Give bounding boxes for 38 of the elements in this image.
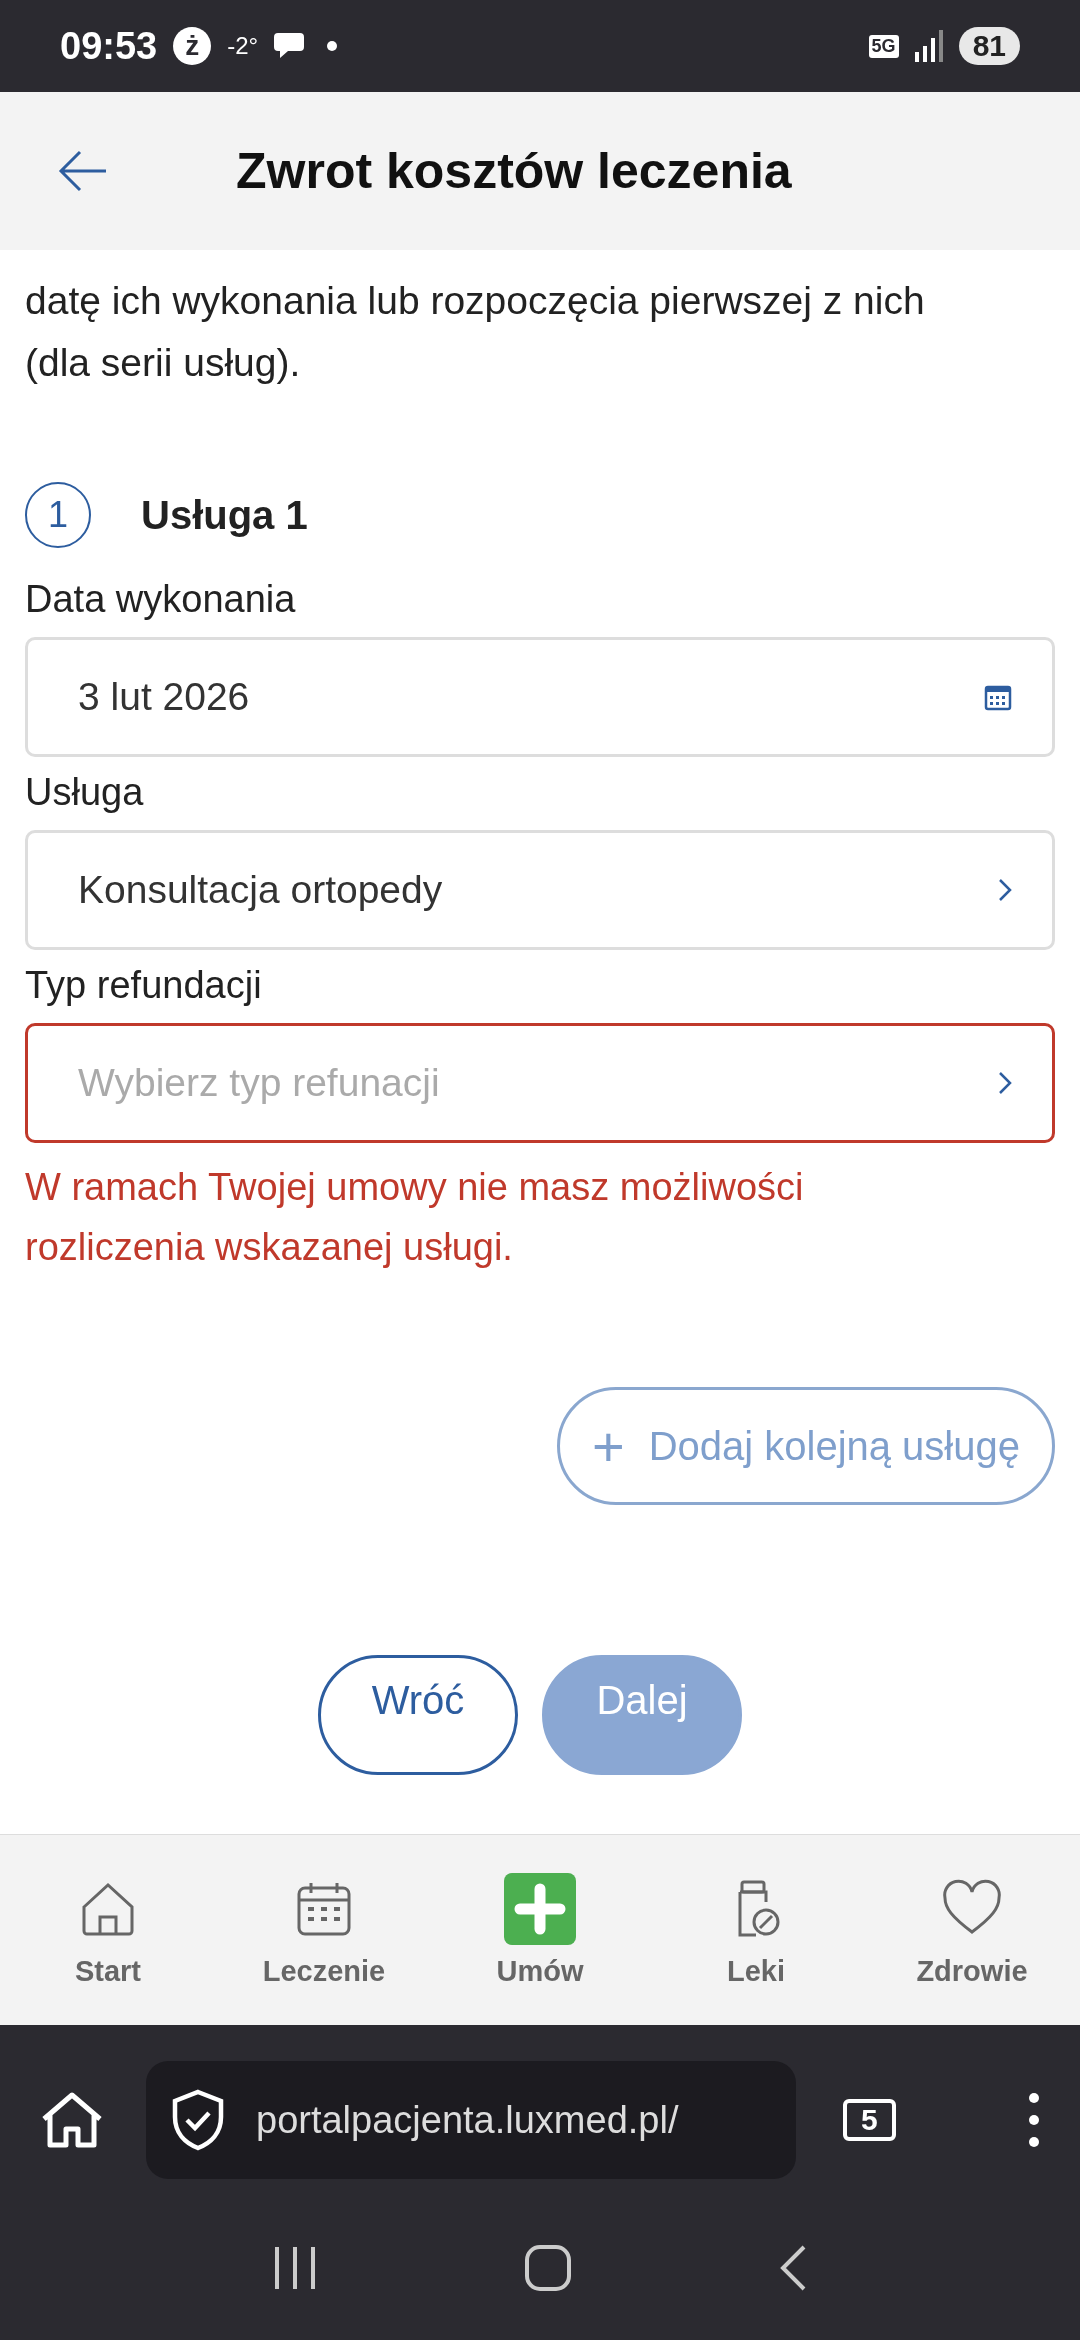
chevron-right-icon [998,878,1012,902]
step-title: Usługa 1 [141,492,308,538]
dot-icon [326,40,339,52]
add-service-button[interactable]: + Dodaj kolejną usługę [556,1387,1055,1505]
plus-icon [504,1872,576,1945]
intro-text: datę ich wykonania lub rozpoczęcia pierwszej z nich [25,278,926,324]
intro-text: (dla serii usług). [25,340,302,386]
calendar-icon [984,683,1012,711]
temperature: -2° [227,32,259,60]
nav-item[interactable]: Leki [656,1872,856,1988]
network-label: 5G [868,34,899,58]
battery: 81 [958,27,1020,65]
nav-item[interactable]: Leczenie [224,1872,424,1988]
home-button-icon[interactable] [524,2243,572,2292]
clock: 09:53 [60,24,158,68]
field-label: Typ refundacji [25,964,263,1007]
recent-apps-icon[interactable] [273,2244,318,2291]
select-field[interactable]: Konsultacja ortopedy [25,830,1055,950]
nav-item[interactable]: Umów [440,1872,640,1988]
field-label: Usługa [25,771,145,814]
app-badge: ż [173,27,212,65]
page-title: Zwrot kosztów leczenia [236,142,792,200]
signal-icon [914,30,943,62]
more-options-icon[interactable] [1027,2092,1040,2148]
back-arrow-icon[interactable] [58,149,108,193]
nav-item[interactable]: Zdrowie [872,1872,1072,1988]
nav-item[interactable]: Start [8,1872,208,1988]
home-icon[interactable] [40,2091,104,2149]
tab-count-button[interactable]: 5 [843,2099,896,2141]
address-bar[interactable]: portalpacjenta.luxmed.pl/ [146,2061,796,2179]
back-button[interactable]: Wróć [318,1655,518,1775]
step-number: 1 [25,482,91,548]
error-message: W ramach Twojej umowy nie masz możliwości rozliczenia wskazanej usługi. [25,1165,805,1270]
field-label: Data wykonania [25,578,297,621]
date-field[interactable]: 3 lut 2026 [25,637,1055,757]
chevron-right-icon [998,1071,1012,1095]
shield-check-icon [170,2089,226,2151]
back-icon[interactable] [778,2243,807,2292]
